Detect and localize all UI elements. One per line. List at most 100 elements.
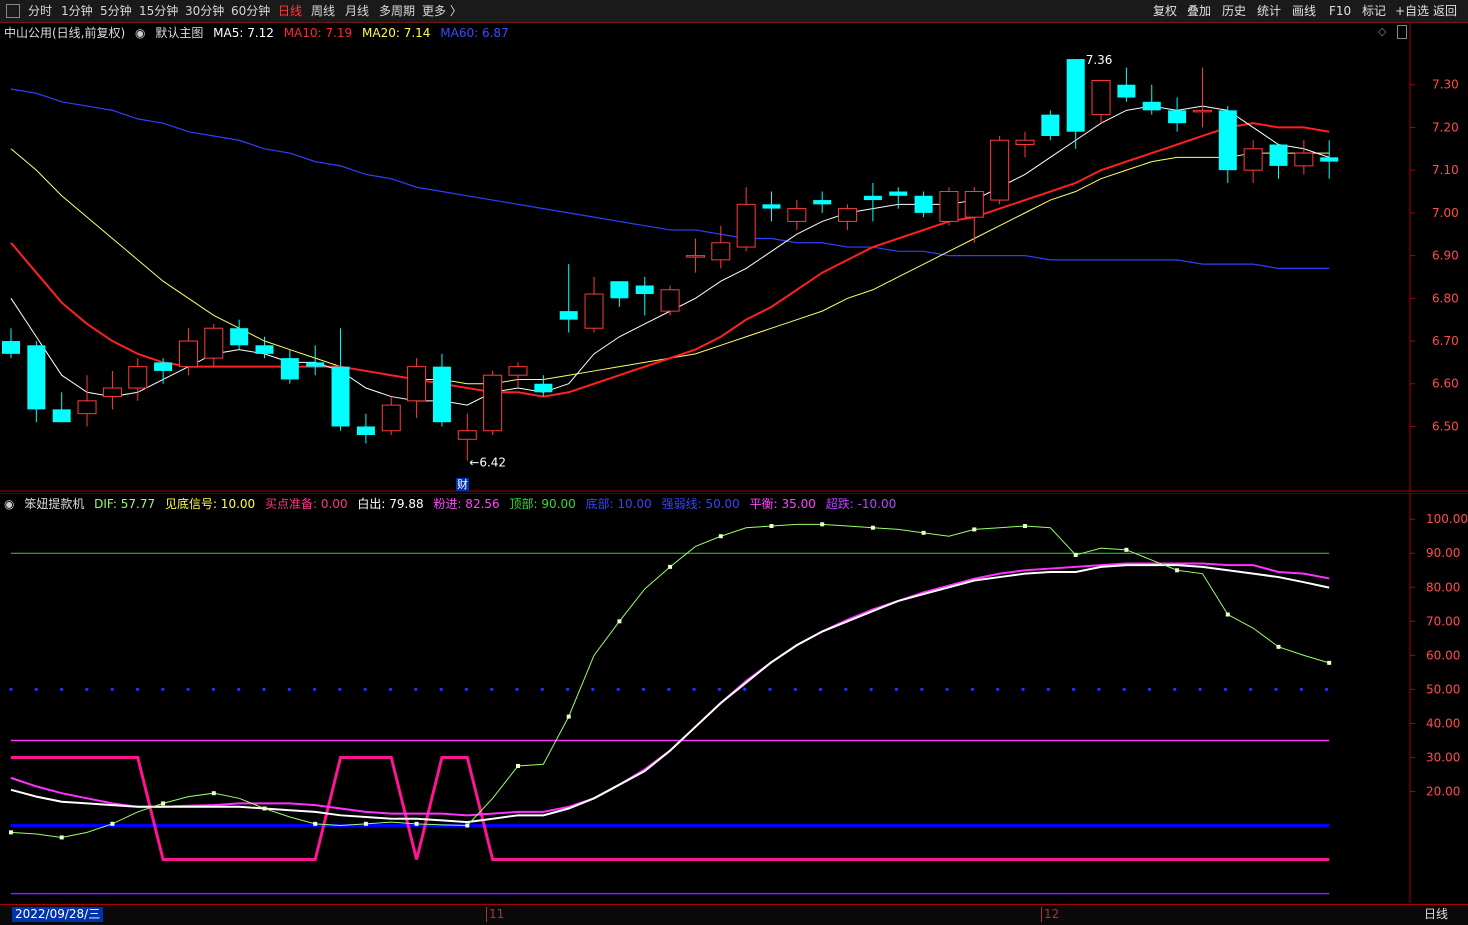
candle-body-up <box>584 293 604 329</box>
indicator-chart[interactable]: 100.00 90.00 80.00 70.00 60.00 50.00 40.00 30.0… <box>0 492 1468 903</box>
main-chart-panel[interactable]: 7.30 7.20 7.10 7.00 6.90 6.80 6.70 6.60 6.50 7.3… <box>0 21 1468 492</box>
period-tab-monthly[interactable]: 月线 <box>345 3 369 19</box>
strong-line-dot <box>1122 687 1126 691</box>
layout-icon[interactable] <box>6 4 20 18</box>
candle-body-up <box>77 400 97 415</box>
period-tab-60min[interactable]: 60分钟 <box>231 3 270 19</box>
period-tab-1min[interactable]: 1分钟 <box>61 3 93 19</box>
back-button[interactable]: 返回 <box>1433 2 1457 20</box>
add-watchlist-button[interactable]: +自选 <box>1395 2 1429 20</box>
f10-button[interactable]: F10 <box>1329 2 1351 20</box>
diamond-icon[interactable]: ◇ <box>1378 25 1386 38</box>
strong-line-dot <box>869 687 873 691</box>
cursor-date: 2022/09/28/三 <box>12 907 104 922</box>
stock-title[interactable]: 中山公用(日线,前复权) <box>4 26 125 40</box>
dif-marker <box>870 525 875 530</box>
candle-body-up <box>1091 79 1111 116</box>
strong-line-dot <box>262 687 266 691</box>
candle-body-down <box>432 366 451 423</box>
strong-line-dot <box>211 687 215 691</box>
chart-settings-icon[interactable]: ◉ <box>135 26 145 40</box>
strong-line-dot <box>1198 687 1202 691</box>
bottom-signal-value: 见底信号: 10.00 <box>164 497 256 511</box>
dif-marker <box>9 830 13 835</box>
candle-body-up <box>407 366 427 402</box>
candle-body-down <box>1041 114 1060 136</box>
price-tick-label: 7.30 <box>1432 78 1459 92</box>
indicator-tick-label: 100.00 <box>1426 512 1468 526</box>
draw-line-button[interactable]: 画线 <box>1292 2 1316 20</box>
strong-line-dot <box>161 687 165 691</box>
dif-marker <box>668 564 673 569</box>
price-tick-label: 6.50 <box>1432 419 1459 433</box>
indicator-tick-label: 60.00 <box>1426 648 1460 662</box>
dif-marker <box>1023 524 1027 529</box>
candle-body-up <box>711 242 731 261</box>
indicator-title[interactable]: 笨妞提款机 <box>24 497 84 511</box>
mark-button[interactable]: 标记 <box>1362 2 1386 20</box>
restore-rights-button[interactable]: 复权 <box>1153 2 1177 20</box>
balance-value: 平衡: 35.00 <box>749 497 816 511</box>
strong-line-dot <box>338 687 342 691</box>
dif-marker <box>110 821 115 826</box>
dif-marker <box>516 763 520 768</box>
indicator-name[interactable]: 默认主图 <box>155 26 203 40</box>
strong-line-dot <box>945 687 949 691</box>
history-button[interactable]: 历史 <box>1222 2 1246 20</box>
candle-body-down <box>914 195 933 213</box>
white-out-value: 白出: 79.88 <box>357 497 424 511</box>
period-tab-30min[interactable]: 30分钟 <box>185 3 224 19</box>
period-tab-more[interactable]: 更多 〉 <box>422 3 462 19</box>
strong-line-dot <box>1097 687 1101 691</box>
candle-body-down <box>1168 110 1187 124</box>
candle-body-up <box>204 327 224 359</box>
indicator-tick-label: 80.00 <box>1426 580 1460 594</box>
strong-line-dot <box>1021 687 1025 691</box>
period-tab-fenshi[interactable]: 分时 <box>28 3 52 19</box>
indicator-panel[interactable]: 100.00 90.00 80.00 70.00 60.00 50.00 40.00 30.0… <box>0 492 1468 903</box>
period-indicator[interactable]: 日线 <box>1424 907 1448 922</box>
strong-line-dot <box>717 687 722 691</box>
candle-body-down <box>27 345 46 410</box>
candlestick-chart[interactable]: 7.30 7.20 7.10 7.00 6.90 6.80 6.70 6.60 6.50 7.3… <box>0 21 1468 492</box>
candle-body-up <box>178 340 198 368</box>
overlay-button[interactable]: 叠加 <box>1187 2 1211 20</box>
candle-body-up <box>736 203 756 248</box>
period-tab-multi[interactable]: 多周期 <box>379 3 415 19</box>
period-tab-15min[interactable]: 15分钟 <box>139 3 178 19</box>
candle-body-down <box>52 409 71 423</box>
date-axis: 2022/09/28/三 11 12 日线 <box>0 904 1468 925</box>
strong-line-dot <box>135 687 140 691</box>
candle-body-down <box>534 383 553 393</box>
strong-line-dot <box>439 687 443 691</box>
candle-body-up <box>964 191 984 218</box>
period-toolbar: 分时 1分钟 5分钟 15分钟 30分钟 60分钟 日线 周线 月线 多周期 更… <box>0 0 1468 23</box>
ma5-value: MA5: 7.12 <box>213 26 274 40</box>
dif-marker <box>769 524 774 529</box>
period-tab-5min[interactable]: 5分钟 <box>100 3 132 19</box>
dif-marker <box>59 835 64 840</box>
strong-line-dot <box>540 687 544 691</box>
indicator-tick-label: 30.00 <box>1426 750 1460 764</box>
candle-body-down <box>635 285 654 295</box>
dif-marker <box>718 534 723 539</box>
candle-body-up <box>1294 152 1314 167</box>
finance-marker[interactable]: 财 <box>456 478 469 491</box>
strong-line-dot <box>313 687 317 691</box>
ma60-value: MA60: 6.87 <box>440 26 509 40</box>
indicator-tick-label: 70.00 <box>1426 614 1460 628</box>
period-tab-daily[interactable]: 日线 <box>278 3 302 19</box>
strong-line-dot <box>34 687 38 691</box>
period-tab-weekly[interactable]: 周线 <box>311 3 335 19</box>
strong-line-dot <box>287 687 291 691</box>
candle-body-up <box>381 404 401 432</box>
panel-toggle-icon[interactable] <box>1397 25 1407 39</box>
candle-body-down <box>280 358 299 380</box>
strong-line-dot <box>186 687 190 691</box>
indicator-tick-label: 20.00 <box>1426 784 1460 798</box>
statistics-button[interactable]: 统计 <box>1257 2 1281 20</box>
candle-body-up <box>660 289 680 312</box>
strong-line-dot <box>996 687 1000 691</box>
indicator-settings-icon[interactable]: ◉ <box>4 497 14 511</box>
strong-line-dot <box>844 687 848 691</box>
